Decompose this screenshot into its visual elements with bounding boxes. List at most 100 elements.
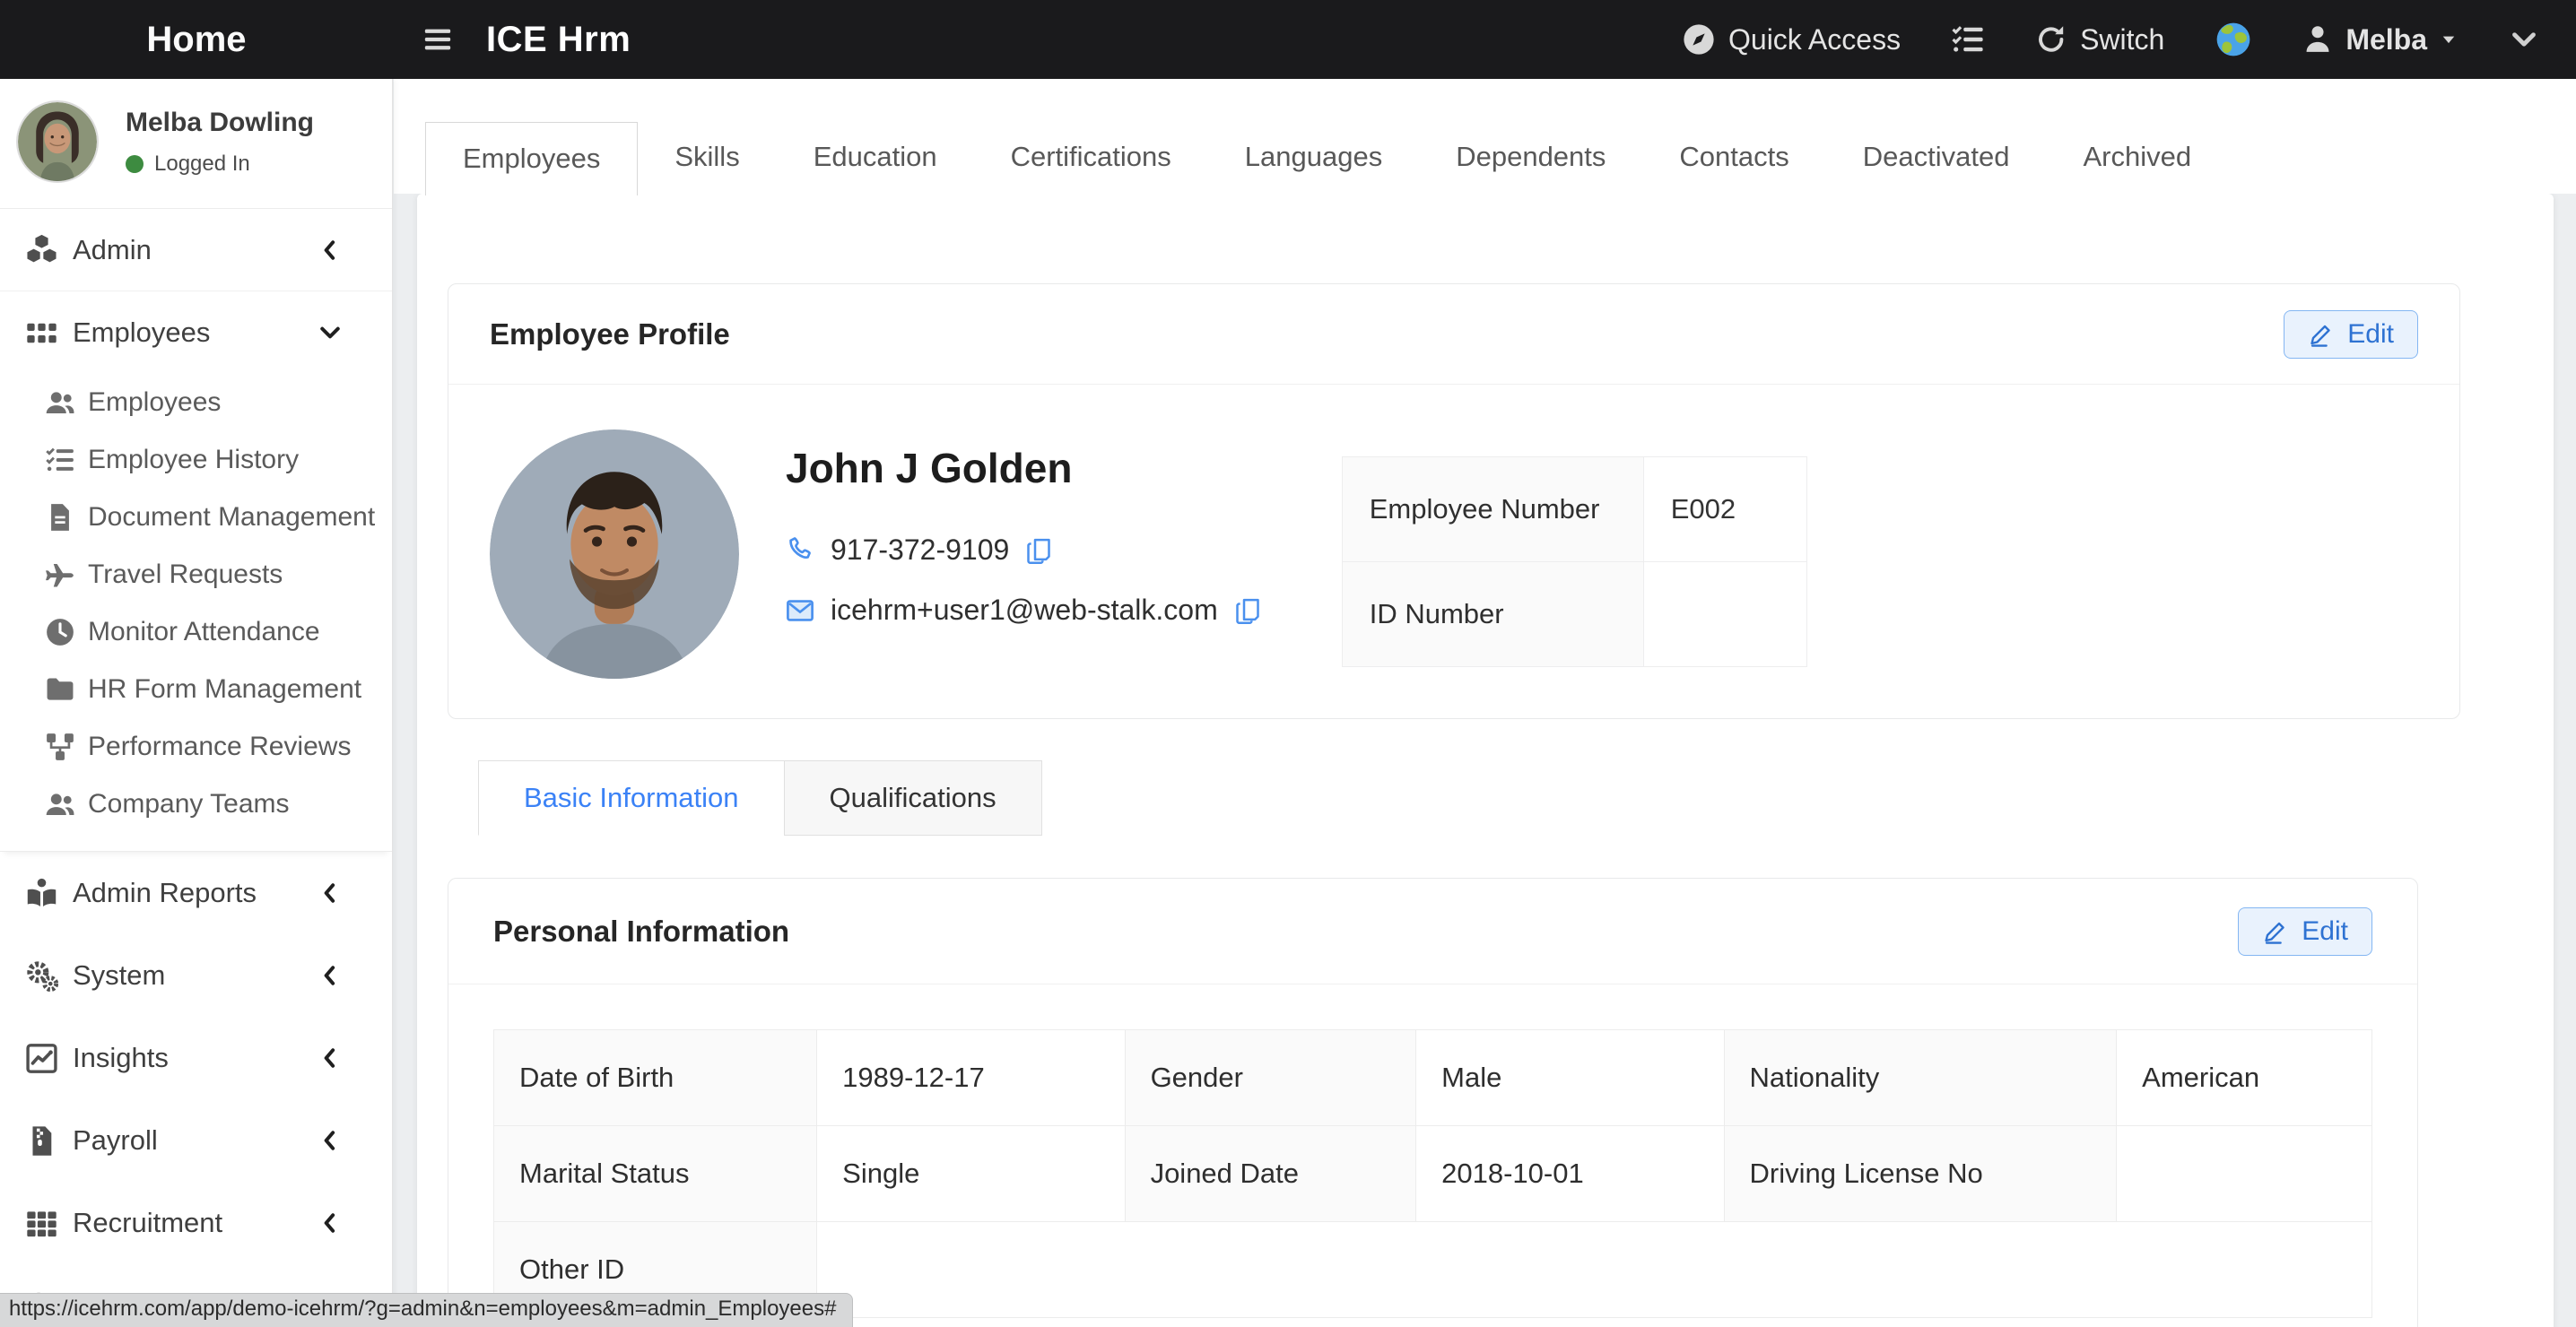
table-row: ID Number — [1342, 562, 1806, 667]
summary-label: Employee Number — [1342, 457, 1643, 562]
compass-icon — [1682, 22, 1716, 56]
sidebar-item-payroll[interactable]: Payroll — [0, 1099, 392, 1182]
avatar — [16, 100, 99, 183]
switch-rotate-icon — [2035, 23, 2067, 56]
module-tabs: Employees Skills Education Certification… — [394, 79, 2576, 194]
field-label: Marital Status — [494, 1126, 817, 1222]
chevron-left-icon — [317, 1210, 344, 1236]
sidebar-user-status: Logged In — [126, 152, 314, 177]
caret-down-icon — [2440, 30, 2458, 48]
collapse-topbar-chevron-icon[interactable] — [2508, 23, 2540, 56]
folder-icon — [45, 674, 75, 705]
logged-in-dot — [126, 155, 144, 173]
list-check-icon — [45, 445, 75, 475]
chevron-left-icon — [317, 962, 344, 989]
avatar-image — [18, 102, 97, 181]
field-label: Date of Birth — [494, 1030, 817, 1126]
phone-icon — [786, 536, 814, 565]
table-cells-icon — [25, 1207, 58, 1240]
tab-certifications[interactable]: Certifications — [974, 120, 1208, 194]
tab-dependents[interactable]: Dependents — [1419, 120, 1642, 194]
subtab-qualifications[interactable]: Qualifications — [784, 760, 1042, 836]
tab-contacts[interactable]: Contacts — [1642, 120, 1825, 194]
edit-personal-information-button[interactable]: Edit — [2238, 907, 2372, 956]
table-row: Marital Status Single Joined Date 2018-1… — [494, 1126, 2372, 1222]
gears-icon — [25, 959, 58, 993]
edit-profile-button[interactable]: Edit — [2284, 310, 2418, 359]
field-label: Driving License No — [1724, 1126, 2117, 1222]
language-globe-icon[interactable] — [2215, 21, 2252, 58]
switch-label: Switch — [2080, 23, 2164, 56]
sidebar-subitem-performance-reviews[interactable]: Performance Reviews — [0, 718, 392, 776]
summary-value — [1643, 562, 1806, 667]
pen-icon — [2308, 321, 2335, 348]
sidebar-user-name: Melba Dowling — [126, 108, 314, 138]
employee-email-row: icehrm+user1@web-stalk.com — [786, 594, 1261, 627]
tab-languages[interactable]: Languages — [1208, 120, 1419, 194]
sidebar-item-system[interactable]: System — [0, 934, 392, 1017]
sidebar-subitem-monitor-attendance[interactable]: Monitor Attendance — [0, 603, 392, 661]
logged-in-label: Logged In — [154, 152, 250, 177]
grid-icon — [25, 317, 58, 350]
sidebar-user-card: Melba Dowling Logged In — [0, 79, 392, 209]
sidebar-group-employees: Employees Employees Employee History Doc… — [0, 291, 392, 852]
table-row: Employee Number E002 — [1342, 457, 1806, 562]
field-value: 1989-12-17 — [817, 1030, 1125, 1126]
sidebar-subitem-document-management[interactable]: Document Management — [0, 489, 392, 546]
home-button[interactable]: Home — [0, 20, 393, 60]
sidebar: Melba Dowling Logged In Admin Employees … — [0, 79, 393, 1327]
tab-archived[interactable]: Archived — [2046, 120, 2228, 194]
pen-icon — [2262, 918, 2289, 945]
chevron-left-icon — [317, 237, 344, 264]
sidebar-item-admin-reports[interactable]: Admin Reports — [0, 852, 392, 934]
tab-deactivated[interactable]: Deactivated — [1826, 120, 2047, 194]
users-icon — [45, 387, 75, 418]
sidebar-item-insights[interactable]: Insights — [0, 1017, 392, 1099]
sidebar-subitem-travel-requests[interactable]: Travel Requests — [0, 546, 392, 603]
document-icon — [45, 502, 75, 533]
file-zipper-icon — [25, 1124, 58, 1158]
field-value: American — [2117, 1030, 2372, 1126]
hamburger-menu-icon[interactable] — [418, 24, 457, 55]
table-row: Date of Birth 1989-12-17 Gender Male Nat… — [494, 1030, 2372, 1126]
subtab-basic-information[interactable]: Basic Information — [478, 760, 785, 836]
employee-profile-card: Employee Profile Edit — [448, 283, 2460, 719]
personal-information-table: Date of Birth 1989-12-17 Gender Male Nat… — [493, 1029, 2372, 1318]
copy-icon[interactable] — [1025, 537, 1052, 564]
chevron-down-icon — [317, 319, 344, 346]
quick-access-button[interactable]: Quick Access — [1682, 22, 1901, 56]
sidebar-item-admin[interactable]: Admin — [0, 209, 392, 291]
personal-information-card: Personal Information Edit — [448, 878, 2418, 1327]
field-label: Gender — [1125, 1030, 1416, 1126]
tab-skills[interactable]: Skills — [638, 120, 776, 194]
copy-icon[interactable] — [1234, 597, 1261, 624]
field-label: Joined Date — [1125, 1126, 1416, 1222]
user-menu[interactable]: Melba — [2302, 23, 2458, 56]
field-value: 2018-10-01 — [1416, 1126, 1724, 1222]
checklist-icon[interactable] — [1951, 22, 1985, 56]
sidebar-subitem-employee-history[interactable]: Employee History — [0, 431, 392, 489]
topbar-actions: Quick Access Switch Melba — [1682, 21, 2576, 58]
envelope-icon — [786, 596, 814, 625]
sidebar-item-employees[interactable]: Employees — [0, 291, 392, 374]
sidebar-subitem-company-teams[interactable]: Company Teams — [0, 776, 392, 833]
sidebar-subitem-hr-form-management[interactable]: HR Form Management — [0, 661, 392, 718]
detail-subtabs: Basic Information Qualifications — [478, 760, 2460, 836]
employee-summary-table: Employee Number E002 ID Number — [1342, 456, 1807, 667]
field-value — [2117, 1126, 2372, 1222]
employee-email[interactable]: icehrm+user1@web-stalk.com — [831, 594, 1218, 627]
employee-profile-title: Employee Profile — [490, 317, 730, 351]
sidebar-subitem-employees[interactable]: Employees — [0, 374, 392, 431]
field-value — [817, 1222, 2372, 1318]
personal-information-title: Personal Information — [493, 915, 789, 949]
users-icon — [45, 789, 75, 820]
app-brand: ICE Hrm — [486, 20, 631, 60]
sidebar-item-recruitment[interactable]: Recruitment — [0, 1182, 392, 1264]
tab-education[interactable]: Education — [777, 120, 974, 194]
employee-phone[interactable]: 917-372-9109 — [831, 533, 1009, 567]
tab-employees[interactable]: Employees — [425, 122, 638, 195]
chevron-left-icon — [317, 1045, 344, 1071]
cubes-icon — [25, 233, 58, 266]
sitemap-icon — [45, 732, 75, 762]
switch-button[interactable]: Switch — [2035, 23, 2164, 56]
